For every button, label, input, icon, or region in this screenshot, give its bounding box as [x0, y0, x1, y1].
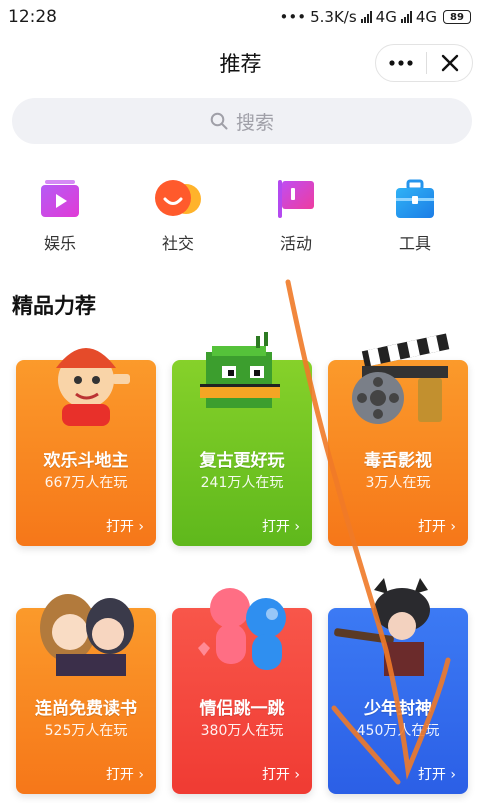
game-players: 525万人在玩 — [44, 723, 128, 739]
play-icon — [39, 178, 81, 220]
game-players: 3万人在玩 — [365, 475, 431, 491]
game-name: 欢乐斗地主 — [43, 451, 129, 471]
game-name: 毒舌影视 — [364, 451, 432, 471]
toolbox-icon — [394, 178, 436, 220]
open-button[interactable]: 打开 › — [106, 764, 144, 784]
search-icon — [210, 112, 228, 130]
network-type-2: 4G — [415, 8, 437, 26]
chevron-right-icon: › — [289, 767, 300, 783]
category-tools[interactable]: 工具 — [375, 178, 455, 254]
open-button[interactable]: 打开 › — [418, 516, 456, 536]
battery-icon: 89 — [443, 10, 471, 24]
chevron-right-icon: › — [445, 767, 456, 783]
header-bar: 推荐 — [0, 40, 481, 84]
open-label: 打开 — [105, 519, 134, 535]
close-icon — [441, 54, 458, 72]
game-art-doudizhu — [56, 348, 130, 426]
chevron-right-icon: › — [133, 767, 144, 783]
game-art-pixel-duck — [200, 332, 280, 408]
game-card[interactable]: 复古更好玩 241万人在玩 打开 › — [172, 332, 312, 546]
game-card[interactable]: 少年封神 450万人在玩 打开 › — [328, 578, 468, 794]
open-label: 打开 — [417, 767, 446, 783]
chevron-right-icon: › — [289, 519, 300, 535]
signal-icon — [360, 11, 372, 23]
network-speed: 5.3K/s — [310, 8, 357, 26]
game-players: 380万人在玩 — [200, 723, 284, 739]
status-bar: 12:28 ••• 5.3K/s 4G 4G 89 — [0, 0, 481, 34]
game-art-warrior — [334, 578, 430, 676]
game-players: 450万人在玩 — [356, 723, 440, 739]
open-label: 打开 — [261, 767, 290, 783]
game-card[interactable]: 毒舌影视 3万人在玩 打开 › — [328, 333, 468, 546]
game-card[interactable]: 情侣跳一跳 380万人在玩 打开 › — [172, 588, 312, 794]
section-title: 精品力荐 — [12, 294, 96, 318]
close-button[interactable] — [427, 45, 472, 81]
open-label: 打开 — [105, 767, 134, 783]
chevron-right-icon: › — [445, 519, 456, 535]
game-name: 复古更好玩 — [199, 451, 285, 471]
status-indicators: ••• 5.3K/s 4G 4G 89 — [280, 8, 471, 26]
game-name: 情侣跳一跳 — [199, 699, 285, 719]
open-button[interactable]: 打开 › — [262, 764, 300, 784]
game-card[interactable]: 连尚免费读书 525万人在玩 打开 › — [16, 594, 156, 794]
category-label: 工具 — [398, 234, 431, 253]
chevron-right-icon: › — [133, 519, 144, 535]
chat-bubble-icon — [155, 178, 201, 220]
game-art-couple — [40, 594, 134, 676]
open-button[interactable]: 打开 › — [418, 764, 456, 784]
open-button[interactable]: 打开 › — [262, 516, 300, 536]
open-label: 打开 — [417, 519, 446, 535]
category-social[interactable]: 社交 — [138, 178, 218, 254]
status-time: 12:28 — [8, 7, 57, 27]
more-button[interactable] — [376, 45, 426, 81]
game-players: 667万人在玩 — [44, 475, 128, 491]
game-name: 连尚免费读书 — [35, 699, 137, 719]
flag-icon — [275, 178, 317, 220]
signal-icon-2 — [400, 11, 412, 23]
search-placeholder: 搜索 — [235, 111, 274, 134]
open-label: 打开 — [261, 519, 290, 535]
open-button[interactable]: 打开 › — [106, 516, 144, 536]
game-players: 241万人在玩 — [200, 475, 284, 491]
more-dots-icon: ••• — [279, 8, 307, 26]
more-icon — [389, 60, 413, 66]
game-name: 少年封神 — [364, 699, 432, 719]
search-bar[interactable]: 搜索 — [12, 98, 472, 144]
category-nav: 娱乐 社交 活动 工具 — [0, 178, 481, 258]
game-art-jump-couple — [198, 588, 286, 670]
category-label: 社交 — [161, 234, 194, 253]
category-label: 娱乐 — [43, 234, 76, 253]
network-type-1: 4G — [375, 8, 397, 26]
battery-level: 89 — [450, 11, 464, 23]
category-label: 活动 — [279, 234, 312, 253]
category-entertainment[interactable]: 娱乐 — [20, 178, 100, 254]
game-art-film-reel — [352, 333, 450, 424]
category-activity[interactable]: 活动 — [256, 178, 336, 254]
game-card[interactable]: 欢乐斗地主 667万人在玩 打开 › — [16, 348, 156, 546]
mini-program-capsule — [375, 44, 473, 82]
